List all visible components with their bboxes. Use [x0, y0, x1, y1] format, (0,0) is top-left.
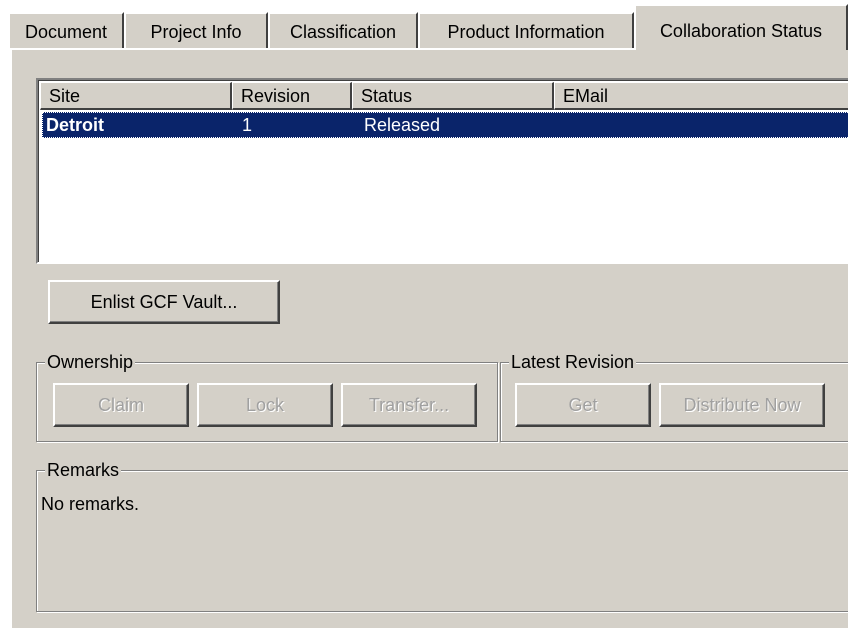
- collaboration-status-dialog: Document Project Info Classification Pro…: [0, 0, 848, 628]
- tab-document[interactable]: Document: [8, 12, 124, 48]
- remarks-label: Remarks: [45, 459, 122, 481]
- list-header: Site Revision Status EMail: [40, 82, 848, 112]
- transfer-button[interactable]: Transfer...: [341, 383, 477, 427]
- tab-classification[interactable]: Classification: [268, 12, 418, 48]
- tab-project-info[interactable]: Project Info: [124, 12, 268, 48]
- cell-revision: 1: [242, 115, 253, 135]
- latest-revision-group: Latest Revision Get Distribute Now: [500, 351, 848, 442]
- column-header-status[interactable]: Status: [352, 82, 554, 110]
- cell-status: Released: [364, 115, 441, 135]
- remarks-group: Remarks No remarks.: [36, 459, 848, 612]
- column-header-site[interactable]: Site: [40, 82, 232, 110]
- remarks-text: No remarks.: [41, 494, 140, 514]
- get-button[interactable]: Get: [515, 383, 651, 427]
- distribute-now-button[interactable]: Distribute Now: [659, 383, 825, 427]
- ownership-label: Ownership: [45, 351, 136, 373]
- tab-panel: Site Revision Status EMail Detroit 1 Rel…: [10, 48, 848, 628]
- list-row-detroit[interactable]: Detroit 1 Released: [42, 112, 848, 138]
- claim-button[interactable]: Claim: [53, 383, 189, 427]
- lock-button[interactable]: Lock: [197, 383, 333, 427]
- sites-list[interactable]: Site Revision Status EMail Detroit 1 Rel…: [36, 78, 848, 264]
- column-header-email[interactable]: EMail: [554, 82, 848, 110]
- enlist-gcf-vault-button[interactable]: Enlist GCF Vault...: [48, 280, 280, 324]
- tab-product-information[interactable]: Product Information: [418, 12, 634, 48]
- column-header-revision[interactable]: Revision: [232, 82, 352, 110]
- cell-site: Detroit: [46, 115, 104, 135]
- tab-collaboration-status[interactable]: Collaboration Status: [634, 4, 848, 50]
- latest-revision-label: Latest Revision: [509, 351, 637, 373]
- ownership-group: Ownership Claim Lock Transfer...: [36, 351, 498, 442]
